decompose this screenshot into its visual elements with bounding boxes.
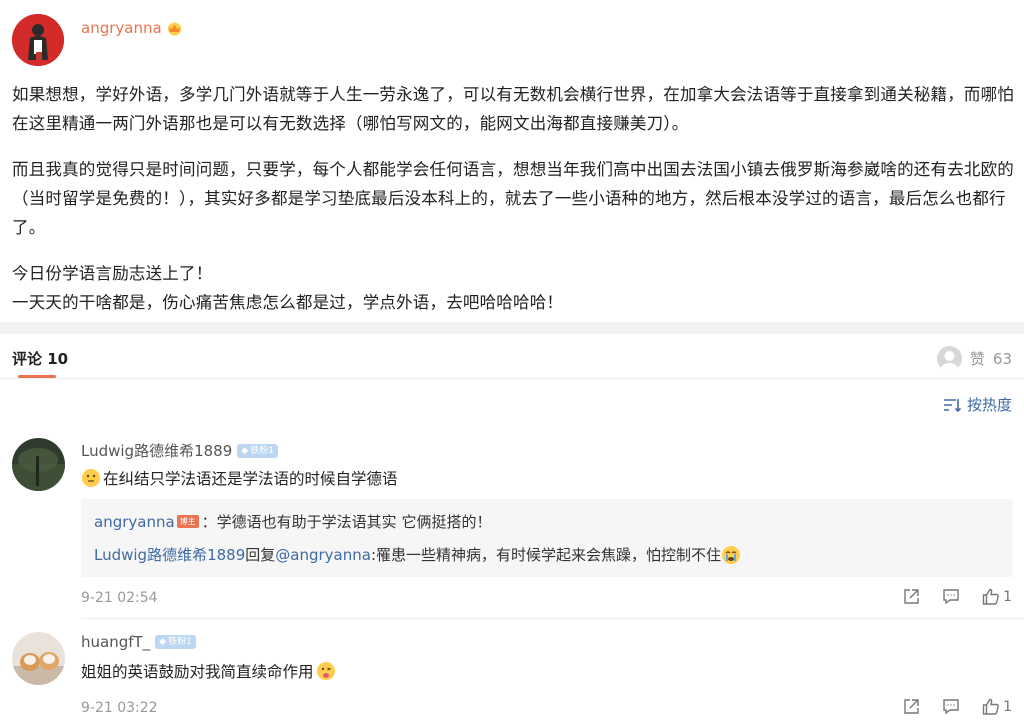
share-icon — [904, 589, 919, 604]
thumbs-up-icon — [982, 588, 999, 605]
share-icon — [904, 699, 919, 714]
post-paragraph: 而且我真的觉得只是时间问题，只要学，每个人都能学会任何语言，想想当年我们高中出国… — [12, 160, 1014, 237]
comment-text: 姐姐的英语鼓励对我简直续命作用 — [81, 660, 336, 682]
like-count: 1 — [1003, 588, 1012, 605]
reply-text: :罹患一些精神病，有时候学起来会焦躁，怕控制不住 — [370, 546, 722, 564]
like-button[interactable]: 1 — [982, 698, 1012, 715]
host-badge: 博主 — [176, 515, 199, 528]
post-like-summary[interactable]: 赞 63 — [936, 346, 1012, 371]
fan-badge: ◆ 铁粉1 — [237, 443, 278, 458]
reply-item[interactable]: Ludwig路德维希1889 回复 @angryanna :罹患一些精神病，有时… — [94, 544, 741, 565]
like-label: 赞 — [969, 350, 985, 368]
share-button[interactable] — [903, 698, 920, 715]
sort-by-hot-button[interactable]: 按热度 — [943, 394, 1012, 415]
avatar[interactable] — [12, 438, 65, 491]
post-content: 如果想想，学好外语，多学几门外语就等于人生一劳永逸了，可以有无数机会横行世界，在… — [12, 80, 1014, 317]
comment-author[interactable]: Ludwig路德维希1889 ◆ 铁粉1 — [81, 440, 278, 461]
face-with-tongue-icon — [316, 662, 335, 680]
avatar[interactable] — [12, 632, 65, 685]
like-count: 63 — [992, 349, 1012, 368]
crown-icon — [167, 22, 181, 35]
post-paragraph: 如果想想，学好外语，多学几门外语就等于人生一劳永逸了，可以有无数机会横行世界，在… — [12, 85, 1014, 133]
like-button[interactable]: 1 — [982, 588, 1012, 605]
reply-text: ：学德语也有助于学法语其实 它俩挺搭的！ — [201, 513, 492, 531]
post-author[interactable]: angryanna — [81, 19, 183, 37]
thumbs-up-icon — [982, 698, 999, 715]
comment-time: 9-21 02:54 — [81, 590, 158, 606]
comment-text: 在纠结只学法语还是学法语的时候自学德语 — [81, 467, 398, 489]
sort-icon — [943, 398, 961, 412]
comment-author-name[interactable]: Ludwig路德维希1889 — [81, 440, 232, 461]
tab-divider — [0, 378, 1024, 379]
author-avatar[interactable] — [12, 14, 64, 66]
comment-actions: 1 — [903, 698, 1012, 715]
post-author-name[interactable]: angryanna — [81, 19, 162, 37]
diamond-icon: ◆ — [241, 445, 249, 456]
reply-button[interactable] — [942, 588, 960, 605]
like-count: 1 — [1003, 698, 1012, 715]
reply-thread[interactable]: angryanna 博主 ：学德语也有助于学法语其实 它俩挺搭的！ Ludwig… — [81, 499, 1013, 577]
comment-actions: 1 — [903, 588, 1012, 605]
thinking-face-icon — [82, 469, 100, 487]
reply-author[interactable]: angryanna — [94, 513, 175, 531]
section-divider — [0, 322, 1024, 334]
reply-item[interactable]: angryanna 博主 ：学德语也有助于学法语其实 它俩挺搭的！ — [94, 511, 491, 532]
comment-icon — [943, 699, 959, 715]
reply-verb: 回复 — [245, 546, 276, 564]
post-paragraph: 今日份学语言励志送上了！ — [12, 264, 213, 283]
reply-button[interactable] — [942, 698, 960, 715]
tab-comments[interactable]: 评论 10 — [12, 348, 68, 369]
comment-divider — [81, 618, 1024, 619]
liker-avatar — [936, 346, 962, 371]
comment-icon — [943, 589, 959, 605]
comment-time: 9-21 03:22 — [81, 700, 158, 716]
comment-author[interactable]: huangfT_ ◆ 铁粉1 — [81, 633, 196, 651]
share-button[interactable] — [903, 588, 920, 605]
comment-author-name[interactable]: huangfT_ — [81, 633, 150, 651]
reply-author[interactable]: Ludwig路德维希1889 — [94, 544, 245, 565]
sort-label: 按热度 — [966, 396, 1012, 414]
post-paragraph: 一天天的干啥都是，伤心痛苦焦虑怎么都是过，学点外语，去吧哈哈哈哈！ — [12, 293, 564, 312]
crying-face-icon — [722, 545, 741, 564]
fan-badge: ◆ 铁粉1 — [155, 635, 196, 649]
reply-target[interactable]: @angryanna — [275, 546, 371, 564]
diamond-icon: ◆ — [159, 637, 167, 647]
